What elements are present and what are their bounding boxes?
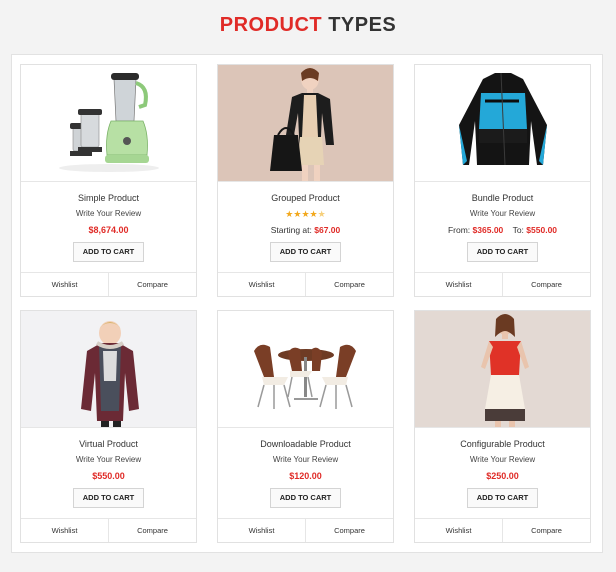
wishlist-link[interactable]: Wishlist [21,519,109,542]
to-price: $550.00 [526,225,558,235]
rating-stars: ★★★★★ [218,209,393,220]
product-image-cycling-jacket[interactable] [415,65,590,182]
compare-link[interactable]: Compare [306,273,393,296]
compare-link[interactable]: Compare [109,273,196,296]
product-card: Downloadable Product Write Your Review $… [217,310,394,543]
product-price: $550.00 [92,471,125,481]
product-card: Bundle Product Write Your Review From: $… [414,64,591,297]
product-actions: Wishlist Compare [21,272,196,296]
product-card: Virtual Product Write Your Review $550.0… [20,310,197,543]
product-name[interactable]: Bundle Product [415,193,590,203]
star-icon: ★ [301,209,310,219]
star-icon: ★ [309,209,318,219]
compare-link[interactable]: Compare [503,519,590,542]
write-review-link[interactable]: Write Your Review [21,209,196,218]
product-actions: Wishlist Compare [415,518,590,542]
product-actions: Wishlist Compare [21,518,196,542]
product-name[interactable]: Downloadable Product [218,439,393,449]
add-to-cart-button[interactable]: ADD TO CART [467,242,538,262]
product-actions: Wishlist Compare [218,518,393,542]
product-actions: Wishlist Compare [415,272,590,296]
product-price: $8,674.00 [88,225,129,235]
starting-at-label: Starting at: [270,225,312,235]
product-image-mixer-grinder[interactable] [21,65,196,182]
write-review-link[interactable]: Write Your Review [415,455,590,464]
compare-link[interactable]: Compare [306,519,393,542]
product-name[interactable]: Virtual Product [21,439,196,449]
product-image-child-in-jacket[interactable] [21,311,196,428]
page-title-rest: TYPES [328,14,397,36]
product-image-dining-table-chairs[interactable] [218,311,393,428]
page-title-accent: PRODUCT [219,14,323,36]
wishlist-link[interactable]: Wishlist [21,273,109,296]
wishlist-link[interactable]: Wishlist [415,273,503,296]
product-card: Configurable Product Write Your Review $… [414,310,591,543]
product-card: Simple Product Write Your Review $8,674.… [20,64,197,297]
wishlist-link[interactable]: Wishlist [415,519,503,542]
compare-link[interactable]: Compare [109,519,196,542]
add-to-cart-button[interactable]: ADD TO CART [73,488,144,508]
add-to-cart-button[interactable]: ADD TO CART [270,242,341,262]
write-review-link[interactable]: Write Your Review [415,209,590,218]
price-row: Starting at: $67.00 [218,225,393,235]
to-label: To: [512,225,524,235]
page-title: PRODUCT TYPES [0,14,616,37]
wishlist-link[interactable]: Wishlist [218,519,306,542]
product-price: $67.00 [314,225,341,235]
product-price: $120.00 [289,471,322,481]
product-name[interactable]: Simple Product [21,193,196,203]
product-name[interactable]: Grouped Product [218,193,393,203]
add-to-cart-button[interactable]: ADD TO CART [467,488,538,508]
half-star-icon: ★ [317,209,326,219]
price-range-row: From: $365.00 To: $550.00 [415,225,590,235]
product-image-woman-with-handbag[interactable] [218,65,393,182]
wishlist-link[interactable]: Wishlist [218,273,306,296]
product-card: Grouped Product ★★★★★ Starting at: $67.0… [217,64,394,297]
add-to-cart-button[interactable]: ADD TO CART [270,488,341,508]
product-grid: Simple Product Write Your Review $8,674.… [11,54,603,553]
write-review-link[interactable]: Write Your Review [218,455,393,464]
product-actions: Wishlist Compare [218,272,393,296]
product-image-red-dress[interactable] [415,311,590,428]
product-name[interactable]: Configurable Product [415,439,590,449]
from-price: $365.00 [472,225,504,235]
compare-link[interactable]: Compare [503,273,590,296]
product-price: $250.00 [486,471,519,481]
write-review-link[interactable]: Write Your Review [21,455,196,464]
add-to-cart-button[interactable]: ADD TO CART [73,242,144,262]
from-label: From: [447,225,471,235]
